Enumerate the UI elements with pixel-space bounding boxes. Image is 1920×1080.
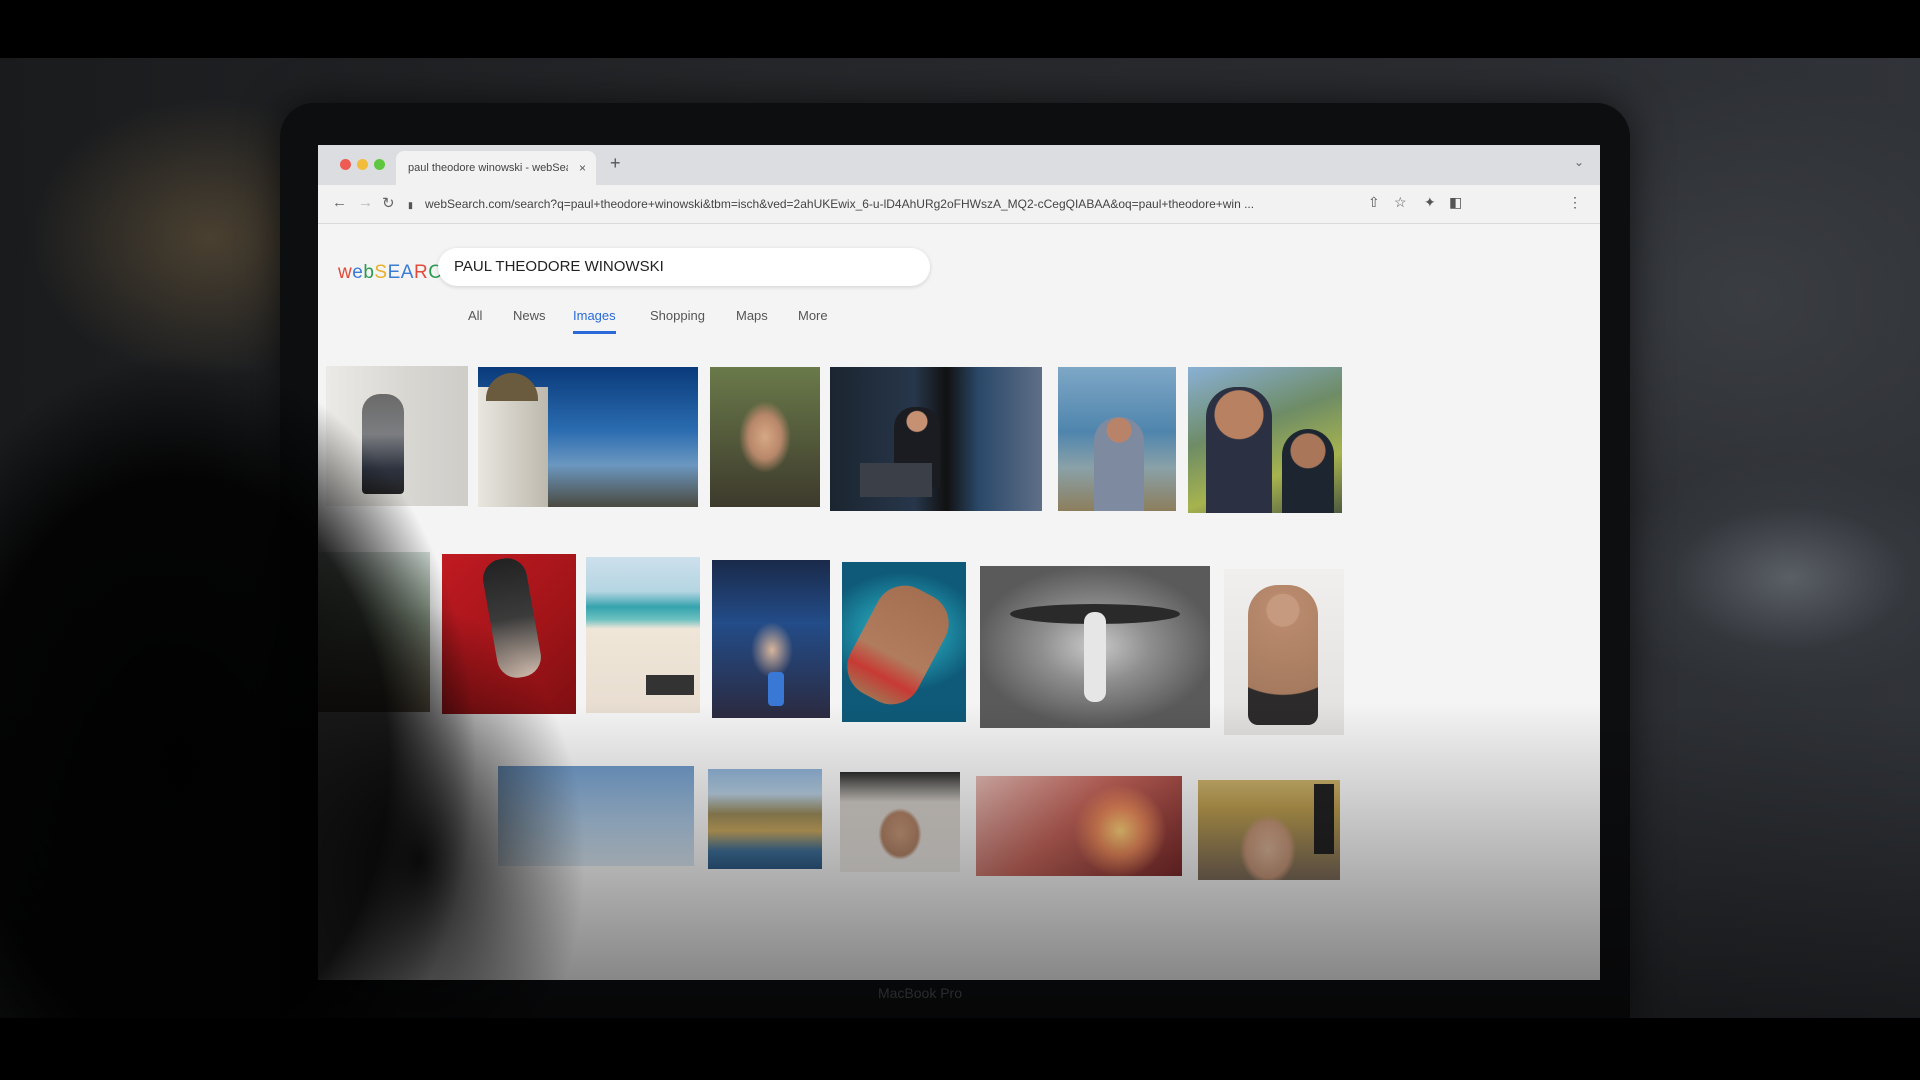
logo-letter: b bbox=[363, 262, 375, 283]
browser-menu-icon[interactable]: ⋮ bbox=[1568, 194, 1582, 211]
new-tab-icon[interactable]: + bbox=[610, 153, 621, 174]
extensions-puzzle-icon[interactable]: ✦ bbox=[1424, 194, 1436, 211]
letterbox-bottom bbox=[0, 1018, 1920, 1080]
window-close-icon[interactable] bbox=[340, 159, 351, 170]
logo-letter: R bbox=[413, 262, 429, 283]
woman-palm-trees-photo[interactable] bbox=[318, 552, 430, 712]
letterbox-top bbox=[0, 0, 1920, 58]
lock-icon: ▮ bbox=[408, 200, 413, 210]
woman-sitting-photo[interactable] bbox=[1224, 569, 1344, 735]
laptop-screen: paul theodore winowski - webSearch × + ⌄… bbox=[318, 145, 1600, 980]
tab-shopping[interactable]: Shopping bbox=[650, 308, 705, 331]
tab-news[interactable]: News bbox=[513, 308, 546, 331]
man-portrait-photo[interactable] bbox=[840, 772, 960, 872]
search-input[interactable]: PAUL THEODORE WINOWSKI bbox=[438, 248, 930, 286]
logo-letter: S bbox=[374, 262, 388, 283]
window-minimize-icon[interactable] bbox=[357, 159, 368, 170]
couple-red-floor-photo[interactable] bbox=[442, 554, 576, 714]
laptop-brand-label: MacBook Pro bbox=[877, 985, 963, 1001]
man-grey-sweater-photo[interactable] bbox=[326, 366, 468, 506]
reload-icon[interactable]: ↻ bbox=[382, 194, 395, 212]
sky-clouds-photo[interactable] bbox=[498, 766, 694, 866]
tab-title: paul theodore winowski - webSearch bbox=[408, 162, 568, 174]
beach-palms-photo[interactable] bbox=[586, 557, 700, 713]
tab-more[interactable]: More bbox=[798, 308, 828, 331]
address-bar[interactable]: ▮ webSearch.com/search?q=paul+theodore+wi… bbox=[408, 190, 1408, 218]
logo-letter: e bbox=[352, 262, 364, 283]
tab-all[interactable]: All bbox=[468, 308, 482, 331]
window-maximize-icon[interactable] bbox=[374, 159, 385, 170]
observatory-city-view-photo[interactable] bbox=[478, 367, 698, 507]
friends-party-selfie-photo[interactable] bbox=[712, 560, 830, 718]
browser-tab-bar: paul theodore winowski - webSearch × + ⌄ bbox=[318, 145, 1600, 185]
browser-tab[interactable]: paul theodore winowski - webSearch × bbox=[396, 151, 596, 185]
tab-maps[interactable]: Maps bbox=[736, 308, 768, 331]
search-results-page: webSEARCH PAUL THEODORE WINOWSKI All New… bbox=[318, 224, 1600, 980]
share-icon[interactable]: ⇧ bbox=[1368, 194, 1380, 211]
side-panel-icon[interactable]: ◧ bbox=[1449, 194, 1462, 211]
back-arrow-icon[interactable]: ← bbox=[332, 194, 347, 211]
logo-letter: w bbox=[338, 262, 353, 283]
logo-letter: E bbox=[387, 262, 401, 283]
tab-list-chevron-icon[interactable]: ⌄ bbox=[1574, 155, 1584, 169]
blond-man-portrait-photo[interactable] bbox=[1198, 780, 1340, 880]
bird-wings-art-photo[interactable] bbox=[980, 566, 1210, 728]
tab-close-icon[interactable]: × bbox=[579, 151, 586, 185]
dinner-toast-photo[interactable] bbox=[976, 776, 1182, 876]
man-laptop-night-photo[interactable] bbox=[830, 367, 1042, 511]
woman-selfie-photo[interactable] bbox=[710, 367, 820, 507]
url-text: webSearch.com/search?q=paul+theodore+win… bbox=[425, 197, 1255, 211]
logo-letter: A bbox=[400, 262, 414, 283]
bookmark-star-icon[interactable]: ☆ bbox=[1394, 194, 1407, 211]
couple-selfie-coast-photo[interactable] bbox=[1188, 367, 1342, 513]
man-beach-wave-photo[interactable] bbox=[1058, 367, 1176, 511]
coastal-cliffs-photo[interactable] bbox=[708, 769, 822, 869]
forward-arrow-icon[interactable]: → bbox=[358, 194, 373, 211]
man-pool-float-photo[interactable] bbox=[836, 562, 966, 722]
tab-images[interactable]: Images bbox=[573, 308, 616, 334]
browser-toolbar: ← → ↻ ▮ webSearch.com/search?q=paul+theod… bbox=[318, 185, 1600, 224]
